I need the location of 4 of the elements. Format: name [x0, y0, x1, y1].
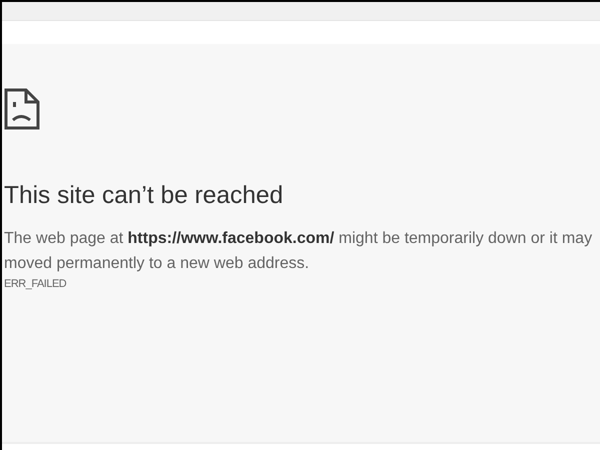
error-code: ERR_FAILED — [4, 278, 66, 290]
sad-page-icon — [4, 88, 40, 130]
error-message: The web page at https://www.facebook.com/ might be temporarily down or it may moved permanently to a new web address. — [4, 229, 592, 274]
error-heading: This site can’t be reached — [4, 182, 284, 210]
